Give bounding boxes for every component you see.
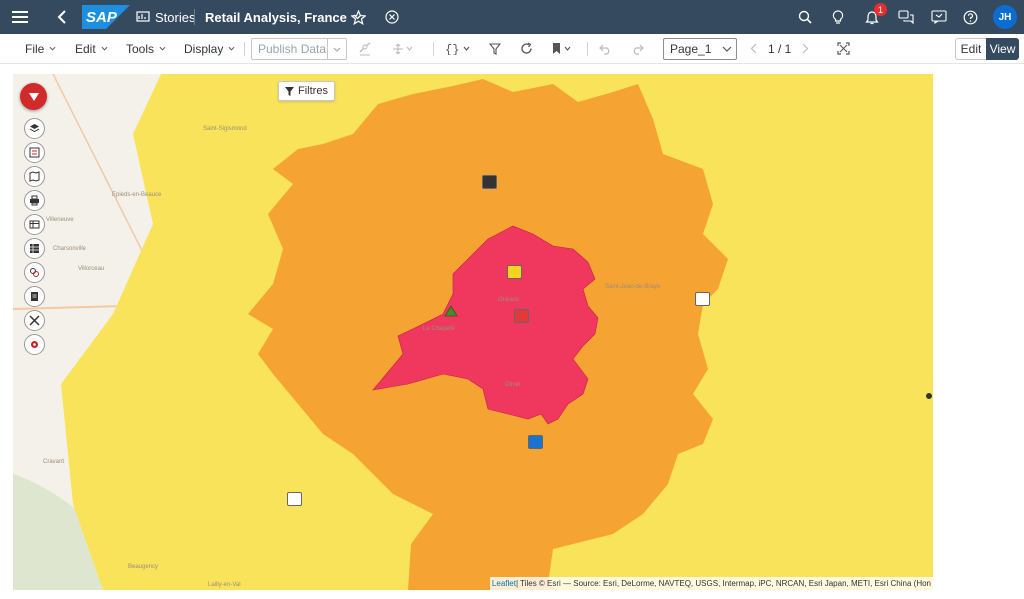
place-label: La Chapelle: [423, 326, 456, 332]
menu-icon[interactable]: [12, 0, 28, 34]
help-icon[interactable]: [963, 0, 978, 34]
geo-map[interactable]: Saint-Sigismond Epieds-en-Beauce Villene…: [13, 74, 933, 590]
sap-logo-text: SAP: [86, 9, 118, 26]
tools-menu[interactable]: Tools: [126, 34, 166, 63]
layers-icon[interactable]: [24, 118, 45, 139]
map-menu-button[interactable]: [20, 83, 47, 110]
story-toolbar: File Edit Tools Display Publish Data {}: [0, 34, 1024, 64]
toolbar-separator: [587, 42, 588, 56]
favorite-star-icon[interactable]: [351, 0, 366, 34]
map-marker-dot: [926, 393, 932, 399]
place-label: Lailly-en-Val: [208, 582, 241, 588]
stories-link[interactable]: Stories: [136, 0, 195, 34]
edit-menu-label: Edit: [75, 41, 96, 56]
store-marker-icon[interactable]: [528, 435, 543, 449]
caret-down-icon: [28, 92, 39, 101]
place-label: Charsonville: [53, 246, 87, 252]
close-story-icon[interactable]: [385, 0, 399, 34]
settings-icon[interactable]: [24, 334, 45, 355]
table-icon[interactable]: [24, 214, 45, 235]
next-page-icon[interactable]: [802, 34, 809, 63]
publish-data-button[interactable]: Publish Data: [251, 38, 347, 60]
formula-icon[interactable]: {}: [445, 34, 473, 63]
edit-menu[interactable]: Edit: [75, 34, 108, 63]
tools-icon[interactable]: [24, 310, 45, 331]
sap-logo[interactable]: SAP: [82, 5, 130, 29]
chevron-down-icon: [228, 46, 235, 51]
fullscreen-icon[interactable]: [837, 34, 850, 63]
svg-text:{}: {}: [445, 43, 459, 55]
file-menu-label: File: [25, 41, 45, 56]
filter-icon[interactable]: [489, 34, 501, 63]
link-dimensions-icon[interactable]: [358, 34, 372, 63]
publish-dropdown[interactable]: [327, 39, 346, 59]
store-marker-icon[interactable]: [507, 265, 522, 279]
shell-bar: SAP Stories Retail Analysis, France 1 JH: [0, 0, 1024, 34]
display-menu[interactable]: Display: [184, 34, 235, 63]
place-label: Villorceau: [78, 266, 105, 272]
report-icon[interactable]: [24, 286, 45, 307]
refresh-icon[interactable]: [520, 34, 533, 63]
place-label: Cravant: [43, 459, 65, 465]
search-icon[interactable]: [798, 0, 812, 34]
basemap-icon[interactable]: [24, 166, 45, 187]
shell-separator: [194, 9, 195, 25]
store-marker-icon[interactable]: [695, 292, 710, 306]
store-marker-icon[interactable]: [482, 175, 497, 189]
page-selector-value: Page_1: [670, 42, 712, 56]
discussions-icon[interactable]: [898, 0, 914, 34]
chevron-down-icon: [722, 46, 732, 52]
place-label: Villeneuve: [46, 217, 74, 223]
back-icon[interactable]: [57, 0, 67, 34]
data-grid-icon[interactable]: [24, 238, 45, 259]
leaflet-link[interactable]: Leaflet: [492, 579, 516, 588]
move-icon[interactable]: [392, 34, 414, 63]
place-label: Saint-Sigismond: [203, 126, 247, 132]
map-attribution: Leaflet | Tiles © Esri — Source: Esri, D…: [489, 577, 933, 590]
chevron-down-icon: [49, 46, 56, 51]
tools-menu-label: Tools: [126, 41, 155, 56]
page-selector[interactable]: Page_1: [663, 38, 737, 60]
analysis-icon[interactable]: [24, 262, 45, 283]
place-label: Saint-Jean-de-Braye: [605, 284, 661, 290]
user-avatar[interactable]: JH: [993, 5, 1017, 29]
publish-data-label: Publish Data: [258, 42, 327, 56]
place-label: Orléans: [498, 297, 520, 303]
store-marker-icon[interactable]: [514, 309, 529, 323]
place-label: Beaugency: [128, 564, 159, 570]
redo-icon[interactable]: [631, 34, 644, 63]
attribution-text: | Tiles © Esri — Source: Esri, DeLorme, …: [515, 579, 931, 588]
feedback-icon[interactable]: [931, 0, 947, 34]
toolbar-separator: [433, 42, 434, 56]
filters-button[interactable]: Filtres: [278, 81, 335, 101]
store-marker-icon[interactable]: [287, 492, 302, 506]
page-counter: 1 / 1: [768, 41, 792, 56]
map-basemap: [13, 74, 933, 590]
legend-icon[interactable]: [24, 142, 45, 163]
previous-page-icon[interactable]: [750, 34, 757, 63]
story-title: Retail Analysis, France: [205, 9, 347, 25]
filter-icon: [285, 86, 294, 96]
undo-icon[interactable]: [599, 34, 612, 63]
place-label: Epieds-en-Beauce: [112, 192, 162, 198]
stories-label: Stories: [155, 9, 196, 25]
notification-count-badge: 1: [874, 3, 887, 16]
edit-mode-button[interactable]: Edit: [955, 38, 986, 60]
stories-icon: [136, 11, 150, 22]
chevron-down-icon: [333, 47, 341, 52]
story-title-dropdown[interactable]: Retail Analysis, France: [205, 0, 362, 34]
filters-label: Filtres: [298, 85, 328, 97]
chevron-down-icon: [159, 46, 166, 51]
print-icon[interactable]: [24, 190, 45, 211]
place-label: Olivet: [505, 382, 521, 388]
view-mode-button[interactable]: View: [986, 38, 1019, 60]
file-menu[interactable]: File: [25, 34, 56, 63]
bookmark-icon[interactable]: [551, 34, 573, 63]
display-menu-label: Display: [184, 41, 224, 56]
chevron-down-icon: [101, 46, 108, 51]
toolbar-separator: [244, 42, 245, 56]
lightbulb-icon[interactable]: [832, 0, 844, 34]
